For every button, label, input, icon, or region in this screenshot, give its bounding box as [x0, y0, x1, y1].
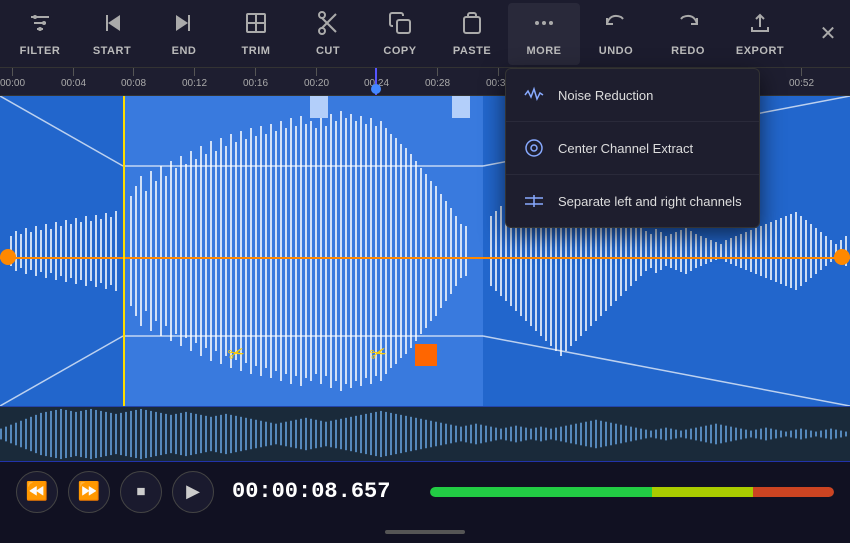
ruler-tick-2: 00:08 [121, 68, 146, 89]
redo-icon [676, 11, 700, 41]
noise-reduction-label: Noise Reduction [558, 88, 653, 103]
ruler-tick-7: 00:28 [425, 68, 450, 89]
center-channel-icon [522, 136, 546, 160]
mini-waveform-svg [0, 407, 850, 461]
play-icon: ▶ [186, 481, 200, 502]
start-icon [100, 11, 124, 41]
copy-label: COPY [383, 45, 416, 57]
rewind-button[interactable]: ⏪ [16, 471, 58, 513]
noise-reduction-item[interactable]: Noise Reduction [506, 69, 759, 122]
progress-red [753, 487, 834, 497]
toolbar: FILTER START END TRIM [0, 0, 850, 68]
time-display: 00:00:08.657 [232, 479, 412, 504]
bottom-handle[interactable] [0, 521, 850, 543]
handle-bar [385, 530, 465, 534]
fastforward-icon: ⏩ [78, 481, 100, 502]
center-channel-label: Center Channel Extract [558, 141, 693, 156]
rewind-icon: ⏪ [26, 481, 48, 502]
paste-icon [460, 11, 484, 41]
close-icon: ✕ [820, 21, 837, 46]
more-label: MORE [527, 45, 562, 57]
end-icon [172, 11, 196, 41]
filter-button[interactable]: FILTER [4, 3, 76, 65]
cut-marker [415, 344, 437, 366]
filter-icon [28, 11, 52, 41]
stop-icon: ⏹ [137, 481, 146, 502]
playback-bar: ⏪ ⏩ ⏹ ▶ 00:00:08.657 [0, 461, 850, 521]
export-button[interactable]: EXPORT [724, 3, 796, 65]
play-button[interactable]: ▶ [172, 471, 214, 513]
start-label: START [93, 45, 131, 57]
redo-button[interactable]: REDO [652, 3, 724, 65]
copy-button[interactable]: COPY [364, 3, 436, 65]
center-channel-item[interactable]: Center Channel Extract [506, 122, 759, 175]
separate-channels-label: Separate left and right channels [558, 194, 742, 209]
more-button[interactable]: MORE [508, 3, 580, 65]
progress-green [430, 487, 652, 497]
close-button[interactable]: ✕ [810, 16, 846, 52]
end-label: END [172, 45, 197, 57]
undo-button[interactable]: UNDO [580, 3, 652, 65]
filter-label: FILTER [20, 45, 61, 57]
trim-icon [244, 11, 268, 41]
stop-button[interactable]: ⏹ [120, 471, 162, 513]
ruler-tick-3: 00:12 [182, 68, 207, 89]
trim-label: TRIM [242, 45, 271, 57]
copy-icon [388, 11, 412, 41]
paste-button[interactable]: PASTE [436, 3, 508, 65]
separate-channels-icon [522, 189, 546, 213]
ruler-tick-13: 00:52 [789, 68, 814, 89]
export-label: EXPORT [736, 45, 784, 57]
cut-button[interactable]: CUT [292, 3, 364, 65]
start-button[interactable]: START [76, 3, 148, 65]
paste-label: PASTE [453, 45, 491, 57]
mini-waveform[interactable] [0, 406, 850, 461]
volume-orange-line [0, 257, 850, 259]
playhead-yellow-line [123, 96, 125, 406]
dropdown-menu: Noise Reduction Center Channel Extract S… [505, 68, 760, 228]
noise-reduction-icon [522, 83, 546, 107]
cut-icon [316, 11, 340, 41]
separate-channels-item[interactable]: Separate left and right channels [506, 175, 759, 227]
ruler-tick-4: 00:16 [243, 68, 268, 89]
progress-bar[interactable] [430, 487, 834, 497]
trim-button[interactable]: TRIM [220, 3, 292, 65]
cut-label: CUT [316, 45, 340, 57]
redo-label: REDO [671, 45, 705, 57]
playhead-dot [371, 84, 381, 94]
progress-yellow [652, 487, 753, 497]
undo-icon [604, 11, 628, 41]
undo-label: UNDO [599, 45, 633, 57]
fastforward-button[interactable]: ⏩ [68, 471, 110, 513]
end-button[interactable]: END [148, 3, 220, 65]
more-icon [532, 11, 556, 41]
export-icon [748, 11, 772, 41]
ruler-tick-1: 00:04 [61, 68, 86, 89]
ruler-tick-0: 00:00 [0, 68, 25, 89]
ruler-tick-5: 00:20 [304, 68, 329, 89]
